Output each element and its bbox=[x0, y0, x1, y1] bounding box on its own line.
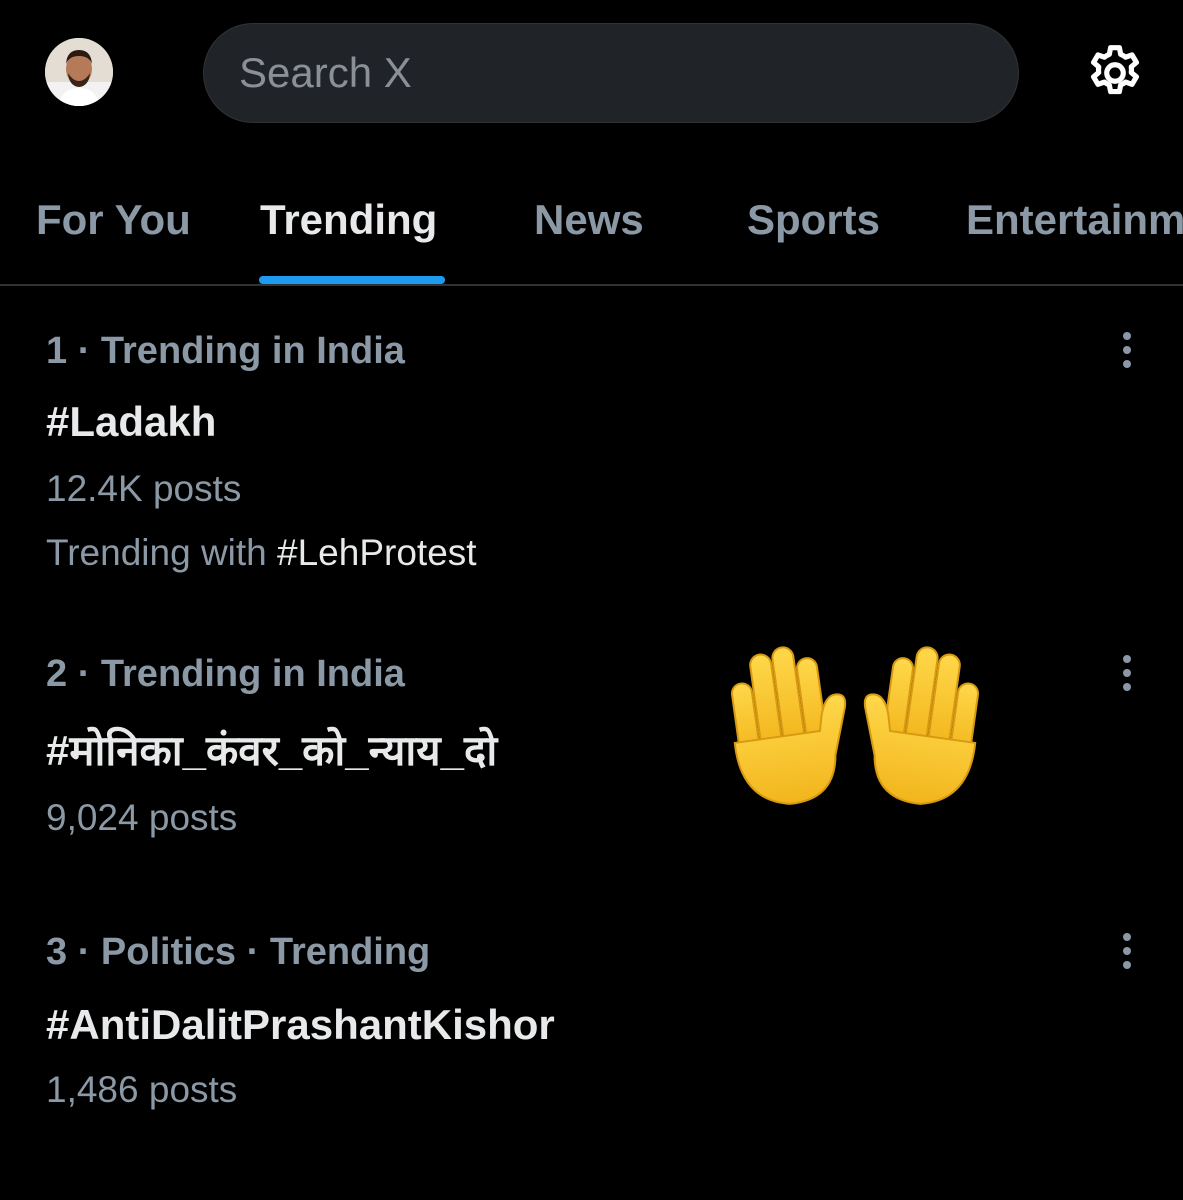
tab-bar: For You Trending News Sports Entertainme… bbox=[0, 170, 1183, 286]
trend-post-count: 1,486 posts bbox=[46, 1069, 238, 1110]
trend-post-count: 12.4K posts bbox=[46, 468, 242, 509]
tab-sports[interactable]: Sports bbox=[747, 196, 880, 244]
tab-news[interactable]: News bbox=[534, 196, 644, 244]
avatar[interactable] bbox=[45, 38, 113, 106]
trend-hashtag[interactable]: #मोनिका_कंवर_को_न्याय_दो bbox=[46, 721, 497, 778]
search-bar[interactable] bbox=[203, 23, 1019, 123]
trend-meta: 2 · Trending in India bbox=[46, 653, 405, 695]
trend-related-hashtag[interactable]: #LehProtest bbox=[277, 532, 477, 573]
more-options-icon[interactable] bbox=[1110, 653, 1144, 693]
more-options-icon[interactable] bbox=[1110, 931, 1144, 971]
trend-item[interactable]: 3 · Politics · Trending #AntiDalitPrasha… bbox=[0, 905, 1183, 1135]
trend-post-count: 9,024 posts bbox=[46, 797, 238, 838]
trend-related-prefix: Trending with bbox=[46, 532, 267, 573]
trend-meta: 3 · Politics · Trending bbox=[46, 931, 431, 973]
trend-meta: 1 · Trending in India bbox=[46, 330, 405, 372]
trend-hashtag[interactable]: #Ladakh bbox=[46, 398, 216, 446]
tab-for-you[interactable]: For You bbox=[36, 196, 191, 244]
more-options-icon[interactable] bbox=[1110, 330, 1144, 370]
search-input[interactable] bbox=[237, 46, 981, 100]
active-tab-indicator bbox=[259, 276, 445, 284]
trend-hashtag[interactable]: #AntiDalitPrashantKishor bbox=[46, 1001, 555, 1049]
top-bar bbox=[0, 0, 1183, 150]
gear-icon[interactable] bbox=[1084, 42, 1146, 104]
trend-item[interactable]: 1 · Trending in India #Ladakh 12.4K post… bbox=[0, 300, 1183, 600]
tab-entertainment[interactable]: Entertainment bbox=[966, 196, 1183, 244]
trend-related: Trending with #LehProtest bbox=[46, 532, 477, 574]
raising-hands-emoji bbox=[716, 640, 1006, 810]
tab-trending[interactable]: Trending bbox=[260, 196, 437, 244]
user-avatar-icon bbox=[45, 38, 113, 106]
